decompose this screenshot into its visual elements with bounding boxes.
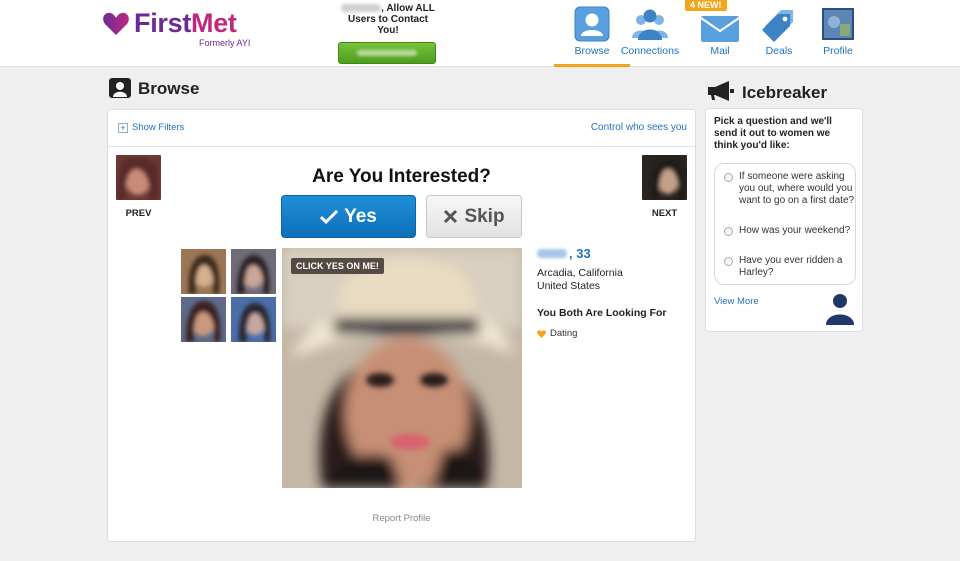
yes-label: Yes <box>344 205 377 227</box>
browse-title: Browse <box>138 79 200 98</box>
icebreaker-question-3[interactable]: Have you ever ridden a Harley? <box>724 255 855 279</box>
show-filters-link[interactable]: + Show Filters <box>118 122 184 133</box>
gallery-photo-4[interactable] <box>231 297 276 342</box>
profile-country: United States <box>537 280 601 292</box>
profile-photo <box>822 8 854 40</box>
avatar-silhouette-icon <box>826 294 854 325</box>
tags-icon <box>762 10 793 42</box>
looking-for-item: Dating <box>537 328 687 339</box>
heart-logo-icon <box>103 12 129 36</box>
gallery-photo-1[interactable] <box>181 249 226 294</box>
skip-button[interactable]: Skip <box>426 195 522 238</box>
gallery-photo-2[interactable] <box>231 249 276 294</box>
blurred-profile-name <box>537 249 567 258</box>
close-icon <box>444 209 458 224</box>
profile-location: Arcadia, California United States <box>537 267 687 293</box>
show-filters-label: Show Filters <box>132 122 185 133</box>
brand-name: FirstMet <box>134 8 237 38</box>
control-who-sees-you-link[interactable]: Control who sees you <box>591 122 687 133</box>
dating-label: Dating <box>550 328 578 339</box>
question-text: How was your weekend? <box>739 225 851 236</box>
question-text: If someone were asking you out, where wo… <box>739 171 855 206</box>
profile-info: , 33 Arcadia, California United States Y… <box>537 246 687 339</box>
looking-for-heading: You Both Are Looking For <box>537 307 667 319</box>
icebreaker-question-1[interactable]: If someone were asking you out, where wo… <box>724 171 855 207</box>
radio-button[interactable] <box>724 257 733 266</box>
top-header: FirstMet Formerly AYI , Allow ALL Users … <box>0 0 960 67</box>
blurred-username <box>341 4 382 13</box>
icebreaker-question-2[interactable]: How was your weekend? <box>724 225 850 237</box>
report-profile-link[interactable]: Report Profile <box>108 513 695 524</box>
nav-profile[interactable]: Profile <box>800 0 876 67</box>
browse-card: + Show Filters Control who sees you PREV… <box>107 109 696 542</box>
browse-section-icon <box>109 78 131 98</box>
profile-age: , 33 <box>569 246 591 261</box>
icebreaker-card: Pick a question and we'll send it out to… <box>705 108 863 332</box>
profile-city: Arcadia, California <box>537 267 623 279</box>
yes-button[interactable]: Yes <box>281 195 416 238</box>
mail-new-badge: 4 NEW! <box>685 0 727 11</box>
nav-profile-label: Profile <box>823 45 853 57</box>
main-profile-photo[interactable] <box>282 248 522 488</box>
next-label: NEXT <box>651 208 678 219</box>
people-icon <box>632 9 668 40</box>
check-icon <box>320 209 339 224</box>
report-label: Report Profile <box>372 513 431 524</box>
brand-tagline: Formerly AYI <box>199 38 251 48</box>
envelope-icon <box>700 16 740 42</box>
prev-label: PREV <box>125 208 152 219</box>
megaphone-icon <box>708 81 734 101</box>
question-text: Have you ever ridden a Harley? <box>739 255 843 278</box>
click-yes-tag: CLICK YES ON ME! <box>291 258 384 274</box>
are-you-interested-heading: Are You Interested? <box>312 166 491 187</box>
radio-button[interactable] <box>724 227 733 236</box>
upgrade-now-button[interactable] <box>338 42 436 64</box>
plus-icon: + <box>118 122 128 133</box>
radio-button[interactable] <box>724 173 733 182</box>
gallery-photo-3[interactable] <box>181 297 226 342</box>
view-more-link[interactable]: View More <box>714 296 759 307</box>
icebreaker-title: Icebreaker <box>742 83 828 102</box>
icebreaker-intro: Pick a question and we'll send it out to… <box>714 116 832 151</box>
nav-connections-label: Connections <box>620 45 680 57</box>
nav-connections[interactable]: Connections <box>612 0 688 67</box>
skip-label: Skip <box>464 205 505 227</box>
blurred-button-label <box>357 50 417 56</box>
promo-text: , Allow ALL Users to Contact You! <box>338 3 438 36</box>
upgrade-promo: , Allow ALL Users to Contact You! <box>338 3 438 64</box>
photo-gallery <box>181 249 276 342</box>
profile-name-age[interactable]: , 33 <box>537 246 687 261</box>
person-card-icon <box>574 6 610 42</box>
icebreaker-questions: If someone were asking you out, where wo… <box>714 163 856 285</box>
filter-bar: + Show Filters Control who sees you <box>108 110 695 147</box>
heart-icon <box>537 329 546 338</box>
